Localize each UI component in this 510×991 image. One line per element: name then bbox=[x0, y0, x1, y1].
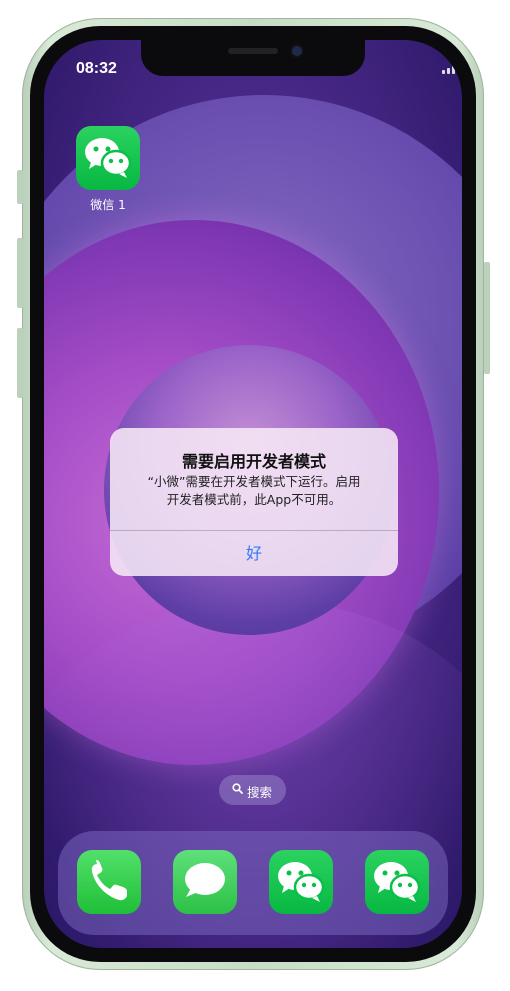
wechat-icon bbox=[278, 862, 325, 902]
volume-up-button bbox=[17, 238, 23, 308]
search-icon bbox=[232, 783, 243, 794]
dock-wechat-app[interactable] bbox=[365, 850, 429, 914]
notch bbox=[141, 40, 365, 76]
app-wechat-1[interactable] bbox=[76, 126, 140, 190]
developer-mode-alert: 需要启用开发者模式 “小微”需要在开发者模式下运行。启用 开发者模式前，此App… bbox=[110, 428, 398, 576]
home-screen: 08:32 微信 1 需要启用开发者模式 “小微”需要在开发者模式下运行。启用 … bbox=[44, 40, 462, 948]
dock-messages-app[interactable] bbox=[173, 850, 237, 914]
signal-icon bbox=[442, 64, 462, 74]
alert-message-line: 开发者模式前，此App不可用。 bbox=[166, 492, 342, 507]
dock bbox=[58, 831, 448, 935]
alert-message: “小微”需要在开发者模式下运行。启用 开发者模式前，此App不可用。 bbox=[130, 473, 378, 509]
alert-message-line: “小微”需要在开发者模式下运行。启用 bbox=[147, 474, 361, 489]
app-label-wechat-1: 微信 1 bbox=[90, 198, 126, 212]
ok-button[interactable]: 好 bbox=[110, 531, 398, 576]
speaker bbox=[228, 48, 278, 54]
front-camera bbox=[292, 46, 302, 56]
search-label: 搜索 bbox=[247, 785, 273, 800]
phone-icon bbox=[91, 860, 127, 901]
wechat-icon bbox=[374, 862, 421, 902]
alert-title: 需要启用开发者模式 bbox=[181, 452, 326, 471]
messages-icon bbox=[185, 863, 225, 897]
status-time: 08:32 bbox=[76, 60, 117, 77]
action-button bbox=[17, 170, 23, 204]
dock-wechat-app[interactable] bbox=[269, 850, 333, 914]
dock-phone-app[interactable] bbox=[77, 850, 141, 914]
volume-down-button bbox=[17, 328, 23, 398]
power-button bbox=[484, 262, 490, 374]
wechat-icon bbox=[85, 138, 132, 178]
search-button[interactable]: 搜索 bbox=[219, 775, 286, 805]
